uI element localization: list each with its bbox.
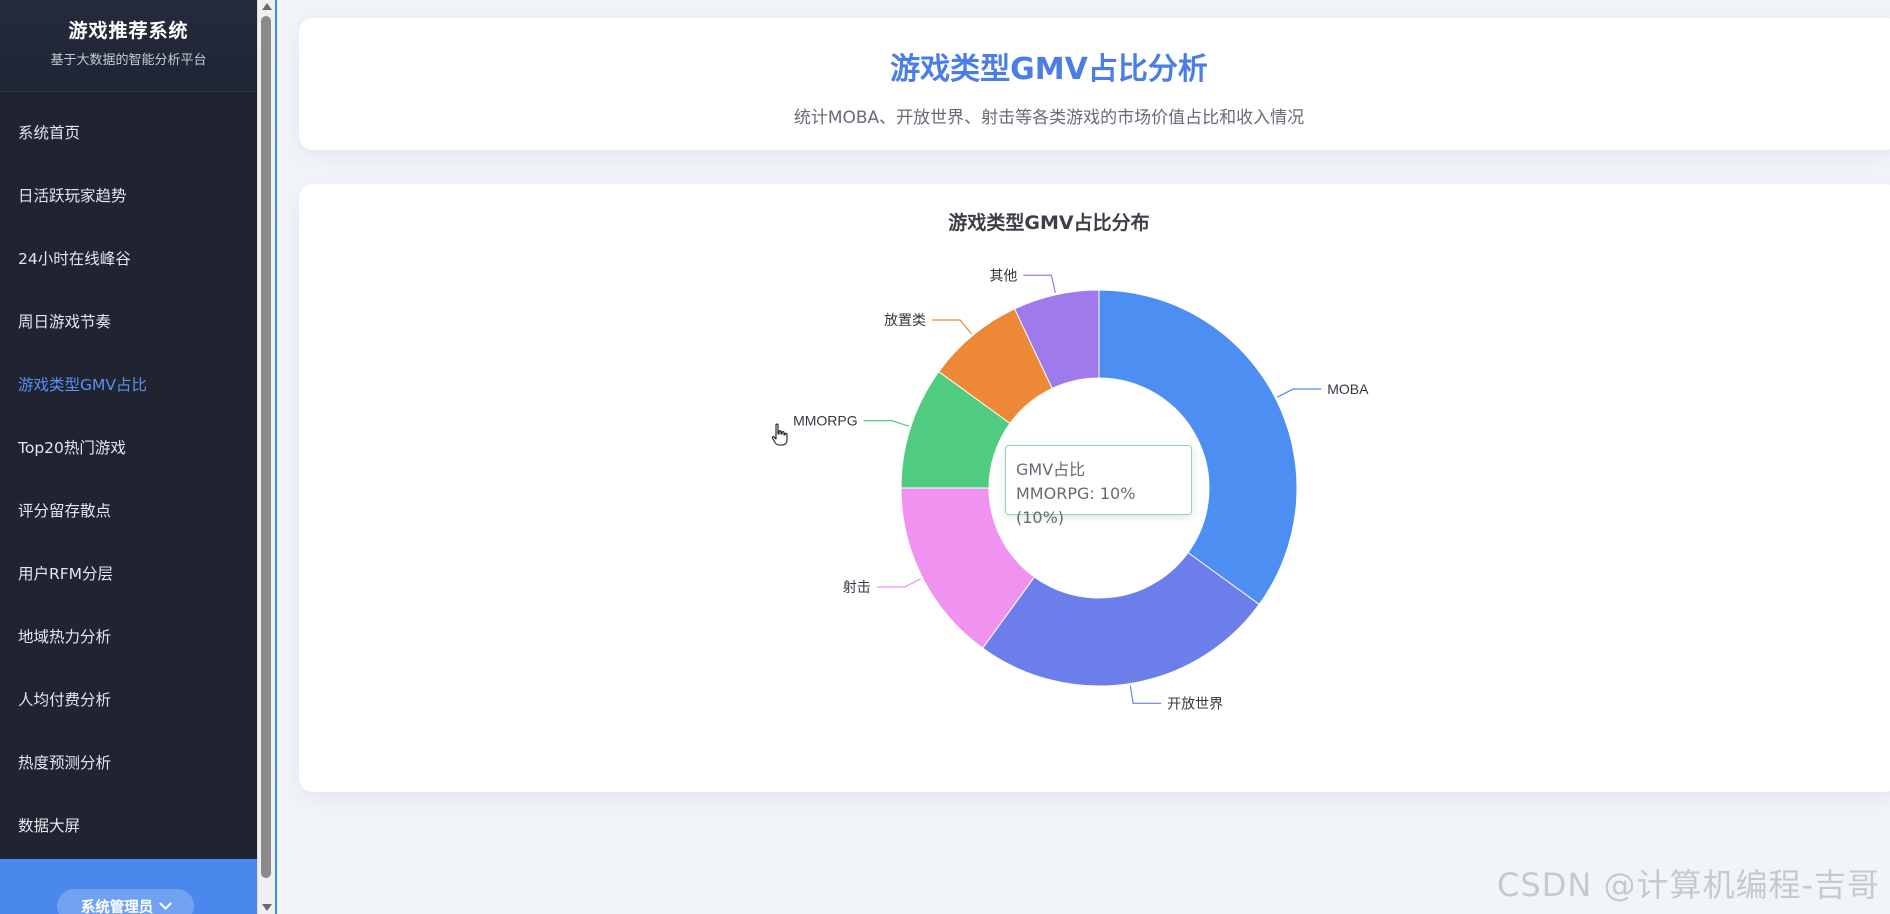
brand-header: 游戏推荐系统 基于大数据的智能分析平台 [0,0,257,92]
leader-line-mmorpg [863,420,909,427]
sidebar-item-region-heat[interactable]: 地域热力分析 [0,606,257,669]
slice-label-mmorpg: MMORPG [793,413,858,429]
sidebar: 游戏推荐系统 基于大数据的智能分析平台 系统首页 日活跃玩家趋势 24小时在线峰… [0,0,257,914]
user-name: 系统管理员 [80,899,154,914]
app-title: 游戏推荐系统 [68,20,189,42]
sidebar-item-rating-retention[interactable]: 评分留存散点 [0,480,257,543]
sidebar-item-24h-online[interactable]: 24小时在线峰谷 [0,228,257,291]
tooltip-title: GMV占比 [1016,460,1086,479]
tooltip-value: MMORPG: 10% (10%) [1016,484,1136,527]
leader-line-idle [932,319,972,335]
slice-label-idle: 放置类 [884,312,926,328]
leader-line-shooter [876,578,922,588]
chart-tooltip: GMV占比 MMORPG: 10% (10%) [1005,445,1192,527]
scrollbar-thumb[interactable] [261,16,271,878]
sidebar-item-dau-trend[interactable]: 日活跃玩家趋势 [0,165,257,228]
slice-label-open-world: 开放世界 [1167,695,1223,711]
sidebar-item-dashboard[interactable]: 数据大屏 [0,795,257,858]
chevron-down-icon [159,896,173,910]
slice-label-other: 其他 [989,267,1017,283]
leader-line-moba [1276,388,1322,398]
sidebar-item-weekly-rhythm[interactable]: 周日游戏节奏 [0,291,257,354]
watermark-text: CSDN @计算机编程-吉哥 [1497,866,1880,904]
user-menu-button[interactable]: 系统管理员 [57,889,194,914]
leader-line-open-world [1129,685,1162,704]
slice-label-shooter: 射击 [843,579,871,595]
sidebar-item-rfm[interactable]: 用户RFM分层 [0,543,257,606]
main-content: 游戏类型GMV占比分析 统计MOBA、开放世界、射击等各类游戏的市场价值占比和收… [277,0,1890,914]
scroll-up-arrow-icon[interactable] [262,3,272,10]
sidebar-scrollbar[interactable] [257,0,275,914]
sidebar-item-arppu[interactable]: 人均付费分析 [0,669,257,732]
hand-pointer-cursor-icon [771,423,788,446]
app-subtitle: 基于大数据的智能分析平台 [50,53,207,68]
sidebar-item-home[interactable]: 系统首页 [0,102,257,165]
user-bar: 系统管理员 [0,859,257,914]
sidebar-item-gmv-share[interactable]: 游戏类型GMV占比 [0,354,257,417]
sidebar-item-top20-games[interactable]: Top20热门游戏 [0,417,257,480]
sidebar-nav: 系统首页 日活跃玩家趋势 24小时在线峰谷 周日游戏节奏 游戏类型GMV占比 T… [0,102,257,858]
app-window: 游戏推荐系统 基于大数据的智能分析平台 系统首页 日活跃玩家趋势 24小时在线峰… [0,0,1890,914]
sidebar-item-heat-forecast[interactable]: 热度预测分析 [0,732,257,795]
scroll-down-arrow-icon[interactable] [262,904,272,911]
leader-line-other [1023,274,1056,293]
slice-label-moba: MOBA [1327,381,1369,397]
